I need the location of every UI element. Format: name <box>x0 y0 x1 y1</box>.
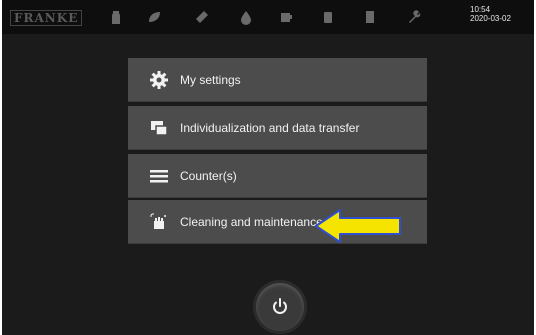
gear-icon <box>148 70 170 90</box>
menu-item-label: Counter(s) <box>180 168 237 183</box>
cup-icon[interactable] <box>278 9 294 25</box>
milk-icon[interactable] <box>320 9 336 25</box>
power-icon <box>273 298 287 314</box>
transfer-icon <box>148 118 170 138</box>
power-button[interactable] <box>256 283 304 331</box>
date-text: 2020-03-02 <box>470 14 511 23</box>
annotation-arrow-icon <box>315 209 401 243</box>
menu-item-counters[interactable]: Counter(s) <box>128 154 427 198</box>
touch-screen: FRANKE 10:54 2020-03-02 My settings Indi… <box>2 0 534 335</box>
menu-lines-icon <box>148 166 170 186</box>
brand-logo: FRANKE <box>10 10 83 26</box>
menu-item-label: Individualization and data transfer <box>180 120 360 135</box>
menu-item-label: Cleaning and maintenance <box>180 214 323 229</box>
product-icon[interactable] <box>108 9 124 25</box>
leaf-icon[interactable] <box>146 9 162 25</box>
wrench-icon[interactable] <box>406 9 422 25</box>
menu-item-label: My settings <box>180 72 241 87</box>
time-text: 10:54 <box>470 5 491 14</box>
grinder-icon[interactable] <box>194 9 210 25</box>
menu-item-my-settings[interactable]: My settings <box>128 58 427 102</box>
water-drop-icon[interactable] <box>238 9 254 25</box>
clock: 10:54 2020-03-02 <box>470 5 511 23</box>
card-icon[interactable] <box>362 9 378 25</box>
status-bar: FRANKE 10:54 2020-03-02 <box>2 0 534 34</box>
menu-item-individualization[interactable]: Individualization and data transfer <box>128 106 427 150</box>
cleaning-hand-icon <box>148 212 170 232</box>
